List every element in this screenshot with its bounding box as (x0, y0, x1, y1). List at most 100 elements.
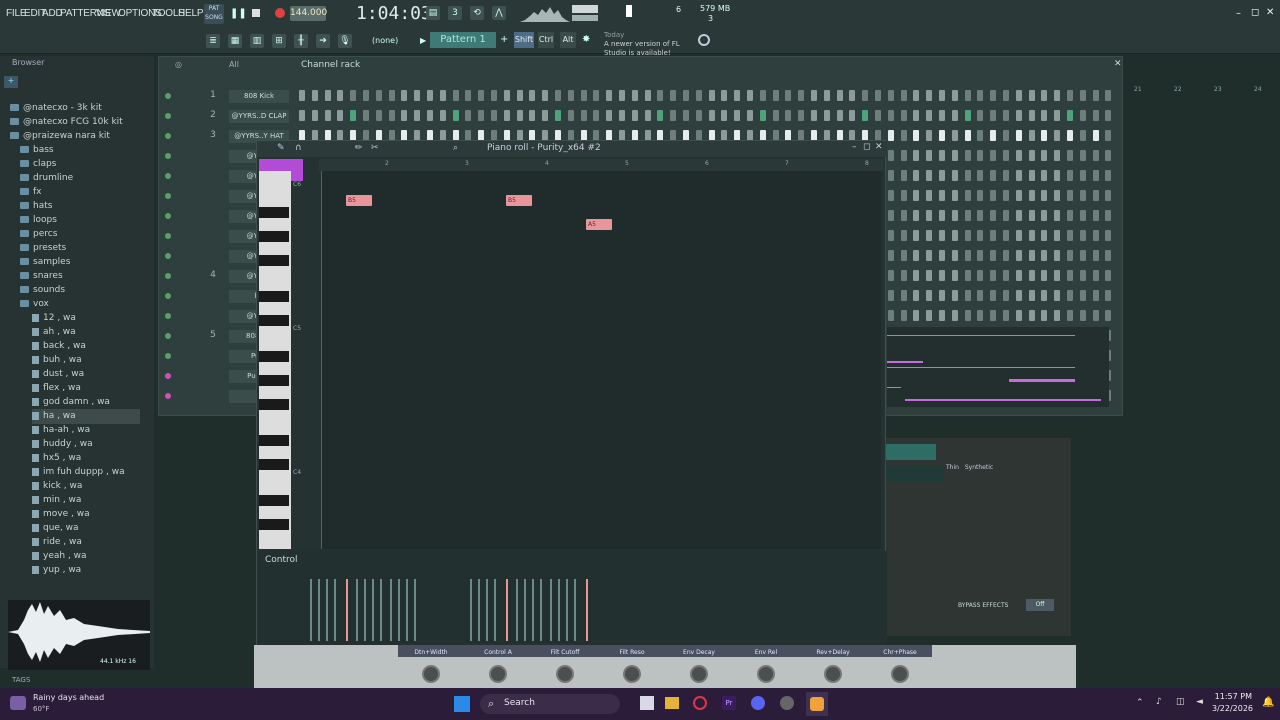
channel-row[interactable]: 1 808 Kick (159, 87, 1119, 105)
step-button[interactable] (849, 110, 856, 121)
step-button[interactable] (977, 90, 984, 101)
channel-led[interactable] (165, 313, 171, 319)
step-button[interactable] (1041, 230, 1048, 241)
step-button[interactable] (1015, 190, 1022, 201)
pat-song-toggle[interactable]: PAT SONG (204, 4, 224, 24)
step-button[interactable] (388, 110, 395, 121)
step-button[interactable] (913, 170, 920, 181)
step-button[interactable] (977, 210, 984, 221)
step-button[interactable] (1015, 210, 1022, 221)
step-button[interactable] (1054, 250, 1061, 261)
step-button[interactable] (1067, 210, 1073, 221)
step-button[interactable] (1067, 90, 1073, 101)
step-button[interactable] (785, 90, 792, 101)
step-button[interactable] (887, 110, 894, 121)
plugin-knob[interactable] (891, 665, 909, 683)
step-button[interactable] (1105, 230, 1112, 241)
record-icon[interactable] (275, 8, 285, 18)
magnet-icon[interactable]: ∩ (295, 143, 302, 153)
step-button[interactable] (900, 150, 907, 161)
step-button[interactable] (951, 110, 958, 121)
step-button[interactable] (619, 90, 625, 101)
browser-file[interactable]: kick , wa (32, 479, 82, 494)
step-button[interactable] (1079, 190, 1086, 201)
step-button[interactable] (542, 110, 549, 121)
channel-mixer-track[interactable]: 1 (203, 90, 223, 100)
piano-keyboard[interactable]: C6 C5 C4 (259, 171, 301, 549)
step-button[interactable] (1092, 290, 1099, 301)
step-button[interactable] (1054, 290, 1061, 301)
step-button[interactable] (478, 90, 485, 101)
step-button[interactable] (900, 170, 907, 181)
browser-file[interactable]: dust , wa (32, 367, 84, 382)
step-button[interactable] (1105, 290, 1112, 301)
step-button[interactable] (913, 290, 920, 301)
browser-file[interactable]: ha-ah , wa (32, 423, 90, 438)
step-button[interactable] (900, 190, 907, 201)
blend-icon[interactable]: ⋀ (492, 6, 506, 20)
step-button[interactable] (580, 110, 587, 121)
browser-folder[interactable]: @praizewa nara kit (10, 129, 110, 144)
clock-time[interactable]: 11:57 PM (1212, 692, 1252, 701)
step-button[interactable] (939, 90, 945, 101)
file-explorer-icon[interactable] (665, 697, 679, 709)
step-button[interactable] (887, 190, 894, 201)
step-button[interactable] (657, 110, 664, 121)
step-button[interactable] (951, 150, 958, 161)
step-button[interactable] (977, 230, 984, 241)
browser-file[interactable]: flex , wa (32, 381, 81, 396)
step-button[interactable] (1041, 290, 1048, 301)
browser-folder[interactable]: drumline (20, 171, 73, 186)
step-button[interactable] (1041, 130, 1048, 141)
channel-name-button[interactable]: @YYRS..D CLAP (229, 110, 289, 123)
step-button[interactable] (401, 110, 408, 121)
step-button[interactable] (1015, 270, 1022, 281)
snap-select[interactable]: (none) (372, 36, 398, 45)
step-button[interactable] (555, 90, 561, 101)
step-button[interactable] (951, 130, 958, 141)
step-button[interactable] (990, 310, 997, 321)
browser-file[interactable]: yeah , wa (32, 549, 87, 564)
step-button[interactable] (913, 110, 920, 121)
step-button[interactable] (900, 210, 907, 221)
browser-folder[interactable]: hats (20, 199, 52, 214)
step-button[interactable] (990, 250, 997, 261)
step-button[interactable] (785, 110, 792, 121)
step-button[interactable] (887, 270, 894, 281)
channel-mixer-track[interactable]: 3 (203, 130, 223, 140)
step-button[interactable] (977, 150, 984, 161)
step-button[interactable] (823, 90, 830, 101)
step-button[interactable] (695, 90, 702, 101)
step-button[interactable] (747, 90, 753, 101)
step-button[interactable] (1041, 310, 1048, 321)
step-button[interactable] (823, 110, 830, 121)
step-button[interactable] (1079, 230, 1086, 241)
step-button[interactable] (1067, 170, 1073, 181)
step-button[interactable] (875, 110, 881, 121)
step-button[interactable] (836, 110, 843, 121)
browser-folder[interactable]: samples (20, 255, 70, 270)
step-button[interactable] (324, 90, 331, 101)
step-button[interactable] (337, 90, 344, 101)
browser-folder[interactable]: fx (20, 185, 42, 200)
browser-folder[interactable]: loops (20, 213, 57, 228)
browser-folder[interactable]: percs (20, 227, 57, 242)
step-button[interactable] (1105, 210, 1112, 221)
step-button[interactable] (683, 90, 689, 101)
browser-file[interactable]: back , wa (32, 339, 86, 354)
step-button[interactable] (593, 110, 600, 121)
step-button[interactable] (1105, 190, 1112, 201)
step-button[interactable] (388, 90, 395, 101)
step-button[interactable] (990, 150, 997, 161)
channel-group-label[interactable]: All (229, 60, 239, 69)
black-key[interactable] (259, 495, 289, 506)
plugin-knob[interactable] (824, 665, 842, 683)
plugin-knob[interactable] (422, 665, 440, 683)
step-button[interactable] (887, 90, 894, 101)
step-button[interactable] (299, 110, 305, 121)
step-button[interactable] (1067, 230, 1073, 241)
step-button[interactable] (350, 110, 357, 121)
step-button[interactable] (951, 190, 958, 201)
step-button[interactable] (1003, 150, 1009, 161)
taskbar-search[interactable]: ⌕ Search (480, 694, 620, 714)
